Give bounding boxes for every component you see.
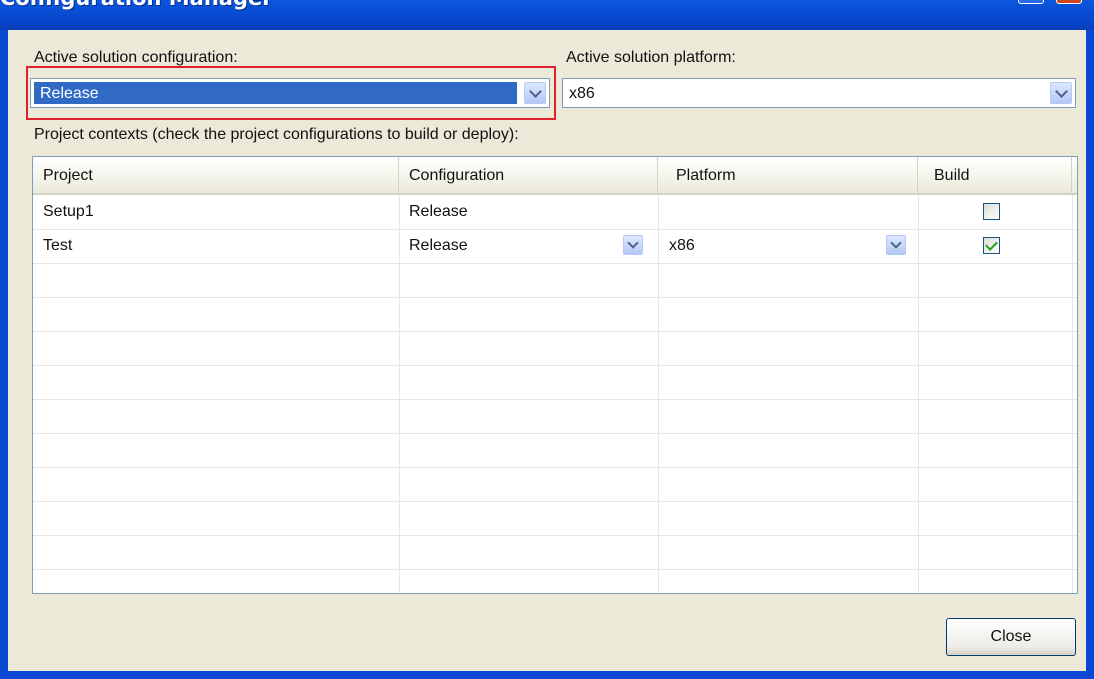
active-configuration-label: Active solution configuration: <box>34 49 238 66</box>
active-platform-value: x86 <box>569 85 595 102</box>
active-platform-dropdown[interactable]: x86 <box>562 78 1076 108</box>
close-button[interactable]: Close <box>946 618 1076 656</box>
row-test-platform[interactable]: x86 <box>669 237 695 255</box>
row-divider <box>33 331 1077 332</box>
selection-highlight <box>34 82 517 104</box>
window-title: Configuration Manager <box>0 0 273 10</box>
row-divider <box>33 535 1077 536</box>
help-icon: ? <box>1026 0 1037 1</box>
column-header-build[interactable]: Build <box>918 157 1072 193</box>
active-configuration-dropdown[interactable]: Release <box>30 78 550 108</box>
column-header-project[interactable]: Project <box>33 157 399 193</box>
help-button[interactable]: ? <box>1018 0 1044 4</box>
close-icon: ✕ <box>1061 0 1076 1</box>
project-contexts-grid: Project Configuration Platform Build Set… <box>32 156 1078 594</box>
row-divider <box>33 365 1077 366</box>
active-configuration-value: Release <box>40 85 99 102</box>
chevron-down-icon[interactable] <box>524 82 546 104</box>
row-divider <box>33 467 1077 468</box>
checkmark-icon <box>985 238 998 251</box>
chevron-down-icon[interactable] <box>886 235 906 255</box>
chevron-down-icon[interactable] <box>1050 82 1072 104</box>
project-contexts-label: Project contexts (check the project conf… <box>34 126 519 143</box>
row-divider <box>33 501 1077 502</box>
window-close-button[interactable]: ✕ <box>1056 0 1082 4</box>
chevron-down-icon[interactable] <box>623 235 643 255</box>
row-setup1-configuration[interactable]: Release <box>409 203 468 221</box>
row-divider <box>33 297 1077 298</box>
row-divider <box>33 569 1077 570</box>
row-divider <box>33 229 1077 230</box>
row-setup1-build-checkbox[interactable] <box>983 203 1000 220</box>
row-setup1-project: Setup1 <box>43 203 94 220</box>
row-divider <box>33 399 1077 400</box>
column-header-platform[interactable]: Platform <box>658 157 918 193</box>
row-divider <box>33 433 1077 434</box>
row-divider <box>33 263 1077 264</box>
row-test-build-checkbox[interactable] <box>983 237 1000 254</box>
grid-header: Project Configuration Platform Build <box>33 157 1077 195</box>
title-bar[interactable]: Configuration Manager ? ✕ <box>0 0 1094 30</box>
column-header-configuration[interactable]: Configuration <box>399 157 658 193</box>
row-test-configuration[interactable]: Release <box>409 237 468 255</box>
row-test-project: Test <box>43 237 73 254</box>
active-platform-label: Active solution platform: <box>566 49 736 66</box>
